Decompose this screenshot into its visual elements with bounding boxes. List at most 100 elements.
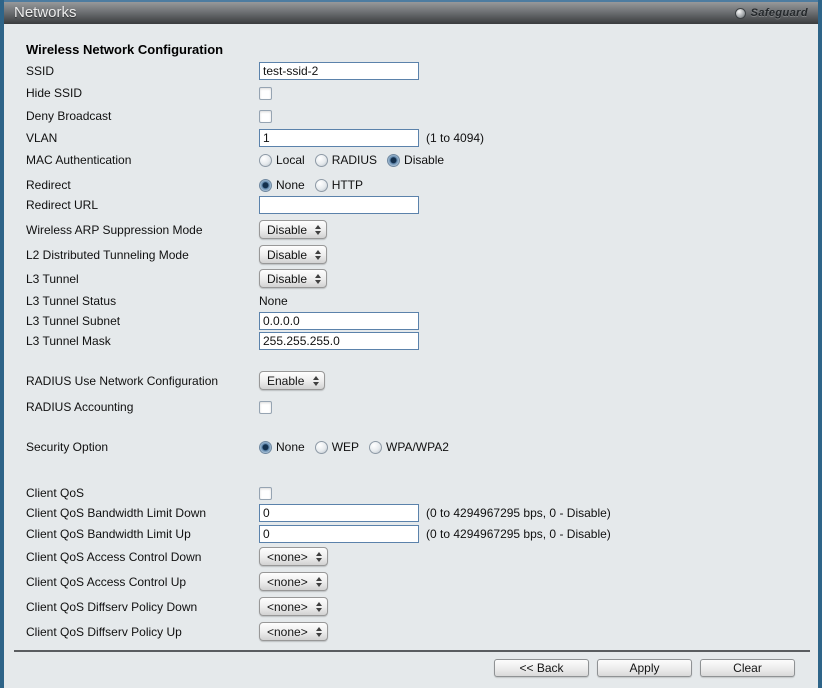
stepper-arrows-icon — [313, 376, 319, 386]
row-l3-tunnel-mask: L3 Tunnel Mask — [26, 332, 818, 350]
redirect-option-http[interactable]: HTTP — [315, 178, 363, 192]
radio-security-none[interactable] — [259, 441, 272, 454]
mac-auth-option-disable[interactable]: Disable — [387, 153, 444, 167]
row-qos-acl-up: Client QoS Access Control Up <none> — [26, 572, 818, 591]
vlan-input[interactable] — [259, 129, 419, 147]
security-option-none[interactable]: None — [259, 440, 305, 454]
back-button[interactable]: << Back — [494, 659, 589, 677]
networks-page: Networks Safeguard Wireless Network Conf… — [0, 0, 822, 688]
row-l2-tunneling: L2 Distributed Tunneling Mode Disable — [26, 245, 818, 264]
mac-auth-option-radius[interactable]: RADIUS — [315, 153, 377, 167]
radio-redirect-http[interactable] — [315, 179, 328, 192]
redirect-label: Redirect — [26, 178, 259, 192]
hide-ssid-checkbox[interactable] — [259, 87, 272, 100]
mac-authentication-radio-group: Local RADIUS Disable — [259, 153, 454, 167]
l3-tunnel-value: Disable — [267, 272, 307, 286]
qos-bw-up-note: (0 to 4294967295 bps, 0 - Disable) — [426, 527, 611, 541]
page-title: Networks — [14, 2, 77, 24]
security-option-wpa[interactable]: WPA/WPA2 — [369, 440, 449, 454]
l2-tunneling-select[interactable]: Disable — [259, 245, 327, 264]
qos-diffserv-down-label: Client QoS Diffserv Policy Down — [26, 600, 259, 614]
stepper-arrows-icon — [315, 250, 321, 260]
l3-tunnel-subnet-input[interactable] — [259, 312, 419, 330]
row-client-qos: Client QoS — [26, 484, 818, 502]
client-qos-checkbox[interactable] — [259, 487, 272, 500]
deny-broadcast-label: Deny Broadcast — [26, 109, 259, 123]
qos-bw-down-note: (0 to 4294967295 bps, 0 - Disable) — [426, 506, 611, 520]
qos-diffserv-up-select[interactable]: <none> — [259, 622, 328, 641]
radio-disable[interactable] — [387, 154, 400, 167]
row-vlan: VLAN (1 to 4094) — [26, 129, 818, 147]
qos-diffserv-down-select[interactable]: <none> — [259, 597, 328, 616]
radio-redirect-none-label: None — [276, 178, 305, 192]
radio-local-label: Local — [276, 153, 305, 167]
row-radius-accounting: RADIUS Accounting — [26, 398, 818, 416]
row-security-option: Security Option None WEP WPA/WPA2 — [26, 438, 818, 456]
arp-suppression-label: Wireless ARP Suppression Mode — [26, 223, 259, 237]
l3-tunnel-label: L3 Tunnel — [26, 272, 259, 286]
mac-authentication-label: MAC Authentication — [26, 153, 259, 167]
row-radius-use-network: RADIUS Use Network Configuration Enable — [26, 371, 818, 390]
l3-tunnel-status-value: None — [259, 294, 288, 308]
client-qos-label: Client QoS — [26, 486, 259, 500]
row-redirect: Redirect None HTTP — [26, 176, 818, 194]
radius-use-network-value: Enable — [267, 374, 304, 388]
redirect-option-none[interactable]: None — [259, 178, 305, 192]
arp-suppression-select[interactable]: Disable — [259, 220, 327, 239]
footer-divider — [14, 650, 810, 652]
l2-tunneling-value: Disable — [267, 248, 307, 262]
l3-tunnel-select[interactable]: Disable — [259, 269, 327, 288]
ssid-input[interactable] — [259, 62, 419, 80]
row-redirect-url: Redirect URL — [26, 196, 818, 214]
security-option-wep[interactable]: WEP — [315, 440, 359, 454]
footer-buttons: << Back Apply Clear — [494, 659, 795, 677]
redirect-url-input[interactable] — [259, 196, 419, 214]
hide-ssid-label: Hide SSID — [26, 86, 259, 100]
row-deny-broadcast: Deny Broadcast — [26, 107, 818, 125]
qos-bw-down-input[interactable] — [259, 504, 419, 522]
l3-tunnel-mask-label: L3 Tunnel Mask — [26, 334, 259, 348]
radio-security-wep-label: WEP — [332, 440, 359, 454]
security-option-radio-group: None WEP WPA/WPA2 — [259, 440, 459, 454]
qos-acl-up-select[interactable]: <none> — [259, 572, 328, 591]
radio-security-none-label: None — [276, 440, 305, 454]
row-mac-authentication: MAC Authentication Local RADIUS Disable — [26, 151, 818, 169]
radio-redirect-none[interactable] — [259, 179, 272, 192]
l3-tunnel-mask-input[interactable] — [259, 332, 419, 350]
radius-use-network-label: RADIUS Use Network Configuration — [26, 374, 259, 388]
stepper-arrows-icon — [316, 552, 322, 562]
qos-diffserv-down-value: <none> — [267, 600, 308, 614]
redirect-url-label: Redirect URL — [26, 198, 259, 212]
safeguard-orb-icon — [735, 8, 746, 19]
qos-acl-down-value: <none> — [267, 550, 308, 564]
title-bar: Networks Safeguard — [4, 0, 818, 24]
section-title: Wireless Network Configuration — [26, 42, 818, 58]
radio-radius-label: RADIUS — [332, 153, 377, 167]
apply-button[interactable]: Apply — [597, 659, 692, 677]
radio-security-wpa[interactable] — [369, 441, 382, 454]
radius-accounting-checkbox[interactable] — [259, 401, 272, 414]
safeguard-brand: Safeguard — [735, 7, 808, 19]
redirect-radio-group: None HTTP — [259, 178, 373, 192]
wireless-config-form: Wireless Network Configuration SSID Hide… — [4, 24, 818, 641]
deny-broadcast-checkbox[interactable] — [259, 110, 272, 123]
clear-button[interactable]: Clear — [700, 659, 795, 677]
mac-auth-option-local[interactable]: Local — [259, 153, 305, 167]
l3-tunnel-subnet-label: L3 Tunnel Subnet — [26, 314, 259, 328]
qos-bw-up-input[interactable] — [259, 525, 419, 543]
radius-accounting-label: RADIUS Accounting — [26, 400, 259, 414]
radio-security-wpa-label: WPA/WPA2 — [386, 440, 449, 454]
qos-acl-up-label: Client QoS Access Control Up — [26, 575, 259, 589]
row-qos-bw-up: Client QoS Bandwidth Limit Up (0 to 4294… — [26, 525, 818, 543]
radius-use-network-select[interactable]: Enable — [259, 371, 325, 390]
stepper-arrows-icon — [316, 627, 322, 637]
vlan-label: VLAN — [26, 131, 259, 145]
row-l3-tunnel-status: L3 Tunnel Status None — [26, 292, 818, 310]
radio-radius[interactable] — [315, 154, 328, 167]
stepper-arrows-icon — [315, 274, 321, 284]
qos-acl-down-select[interactable]: <none> — [259, 547, 328, 566]
radio-security-wep[interactable] — [315, 441, 328, 454]
radio-redirect-http-label: HTTP — [332, 178, 363, 192]
radio-local[interactable] — [259, 154, 272, 167]
security-option-label: Security Option — [26, 440, 259, 454]
